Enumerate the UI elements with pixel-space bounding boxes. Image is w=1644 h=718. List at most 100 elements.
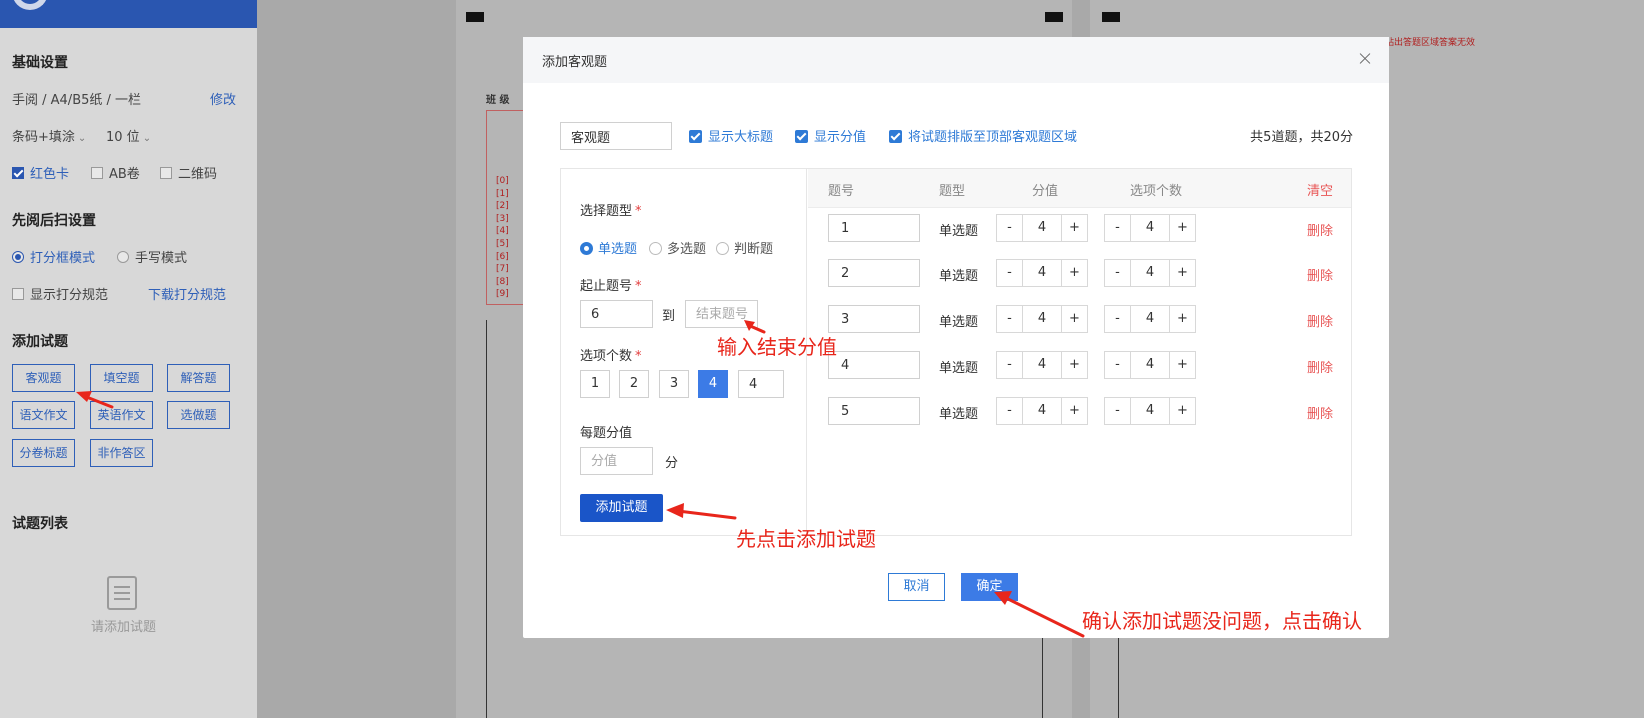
true-false-radio[interactable]: 判断题 [716, 238, 773, 257]
red-card-checkbox[interactable]: 红色卡 [12, 163, 69, 182]
option-count-3[interactable]: 3 [659, 370, 689, 398]
optional-question-button[interactable]: 选做题 [167, 401, 230, 429]
option-count-value[interactable]: 4 [1131, 260, 1169, 286]
cancel-button[interactable]: 取消 [888, 573, 945, 601]
question-name-input[interactable] [560, 122, 672, 150]
ab-paper-checkbox[interactable]: AB卷 [91, 163, 140, 182]
decrement-button[interactable]: - [997, 398, 1023, 424]
type-field-label: 选择题型 * [580, 200, 642, 219]
delete-row-button[interactable]: 删除 [1307, 220, 1333, 239]
document-icon [107, 576, 137, 610]
option-count-input[interactable] [738, 370, 784, 398]
question-type: 单选题 [939, 407, 979, 422]
delete-row-button[interactable]: 删除 [1307, 357, 1333, 376]
objective-question-button[interactable]: 客观题 [12, 364, 75, 392]
score-stepper: -4 + [996, 397, 1088, 425]
decrement-button[interactable]: - [1105, 260, 1131, 286]
clear-all-button[interactable]: 清空 [1307, 180, 1333, 199]
add-question-button[interactable]: 添加试题 [580, 494, 663, 522]
show-score-checkbox[interactable]: 显示分值 [795, 126, 866, 145]
increment-button[interactable]: + [1061, 260, 1087, 286]
increment-button[interactable]: + [1061, 352, 1087, 378]
handwrite-mode-radio[interactable]: 手写模式 [117, 247, 187, 266]
score-value[interactable]: 4 [1023, 398, 1061, 424]
digits-select[interactable]: 10 位 ⌄ [106, 126, 151, 145]
question-number-input[interactable] [828, 259, 920, 287]
question-list-title: 试题列表 [12, 516, 68, 532]
answer-question-button[interactable]: 解答题 [167, 364, 230, 392]
show-title-checkbox[interactable]: 显示大标题 [689, 126, 773, 145]
delete-row-button[interactable]: 删除 [1307, 265, 1333, 284]
decrement-button[interactable]: - [1105, 215, 1131, 241]
digits-select-value: 10 位 [106, 130, 140, 145]
annotation-confirm: 确认添加试题没问题，点击确认 [1082, 609, 1362, 633]
table-row: 单选题 -4+ -4+ 删除 [808, 255, 1351, 295]
layout-top-checkbox[interactable]: 将试题排版至顶部客观题区域 [889, 126, 1077, 145]
question-number-input[interactable] [828, 397, 920, 425]
positioning-mark [1102, 12, 1120, 22]
modify-link[interactable]: 修改 [210, 89, 236, 108]
score-input[interactable] [580, 447, 653, 475]
score-box-mode-label: 打分框模式 [30, 251, 96, 266]
question-number-input[interactable] [828, 305, 920, 333]
table-row: 单选题 -4+ -4+ 删除 [808, 347, 1351, 387]
sheet-notice: 贴出答题区域答案无效 [1385, 38, 1476, 48]
annotation-end-score: 输入结束分值 [717, 335, 837, 359]
barcode-select[interactable]: 条码+填涂 ⌄ [12, 126, 86, 145]
option-count-value[interactable]: 4 [1131, 352, 1169, 378]
option-count-2[interactable]: 2 [619, 370, 649, 398]
score-value[interactable]: 4 [1023, 306, 1061, 332]
score-box-mode-radio[interactable]: 打分框模式 [12, 247, 95, 266]
increment-button[interactable]: + [1169, 260, 1195, 286]
increment-button[interactable]: + [1169, 398, 1195, 424]
checkbox-checked-icon [795, 130, 808, 143]
increment-button[interactable]: + [1061, 398, 1087, 424]
multi-choice-radio[interactable]: 多选题 [649, 238, 706, 257]
decrement-button[interactable]: - [997, 260, 1023, 286]
increment-button[interactable]: + [1061, 215, 1087, 241]
question-number-input[interactable] [828, 214, 920, 242]
decrement-button[interactable]: - [1105, 352, 1131, 378]
show-rule-checkbox[interactable]: 显示打分规范 [12, 284, 108, 303]
option-count-value[interactable]: 4 [1131, 398, 1169, 424]
option-count-value[interactable]: 4 [1131, 215, 1169, 241]
score-value[interactable]: 4 [1023, 352, 1061, 378]
score-value[interactable]: 4 [1023, 260, 1061, 286]
increment-button[interactable]: + [1169, 306, 1195, 332]
question-type: 单选题 [939, 361, 979, 376]
decrement-button[interactable]: - [1105, 306, 1131, 332]
close-icon[interactable] [1355, 49, 1375, 69]
bubble: [4] [496, 226, 509, 237]
bubble: [8] [496, 276, 509, 287]
checkbox-checked-icon [689, 130, 702, 143]
bubble: [7] [496, 264, 509, 275]
confirm-button[interactable]: 确定 [961, 573, 1018, 601]
delete-row-button[interactable]: 删除 [1307, 311, 1333, 330]
option-count-value[interactable]: 4 [1131, 306, 1169, 332]
score-value[interactable]: 4 [1023, 215, 1061, 241]
decrement-button[interactable]: - [997, 215, 1023, 241]
sheet-border [1042, 630, 1043, 718]
decrement-button[interactable]: - [1105, 398, 1131, 424]
checkbox-icon [160, 167, 172, 179]
increment-button[interactable]: + [1169, 215, 1195, 241]
increment-button[interactable]: + [1169, 352, 1195, 378]
decrement-button[interactable]: - [997, 306, 1023, 332]
non-answer-area-button[interactable]: 非作答区 [90, 439, 153, 467]
english-essay-button[interactable]: 英语作文 [90, 401, 153, 429]
chinese-essay-button[interactable]: 语文作文 [12, 401, 75, 429]
download-rule-link[interactable]: 下载打分规范 [148, 284, 226, 303]
option-count-1[interactable]: 1 [580, 370, 610, 398]
start-number-input[interactable] [580, 300, 653, 328]
question-number-input[interactable] [828, 351, 920, 379]
option-count-4[interactable]: 4 [698, 370, 728, 398]
delete-row-button[interactable]: 删除 [1307, 403, 1333, 422]
increment-button[interactable]: + [1061, 306, 1087, 332]
score-stepper: -4 + [996, 351, 1088, 379]
section-title-button[interactable]: 分卷标题 [12, 439, 75, 467]
single-choice-radio[interactable]: 单选题 [580, 238, 637, 257]
end-number-input[interactable] [685, 300, 758, 328]
fill-blank-button[interactable]: 填空题 [90, 364, 153, 392]
decrement-button[interactable]: - [997, 352, 1023, 378]
qrcode-checkbox[interactable]: 二维码 [160, 163, 217, 182]
